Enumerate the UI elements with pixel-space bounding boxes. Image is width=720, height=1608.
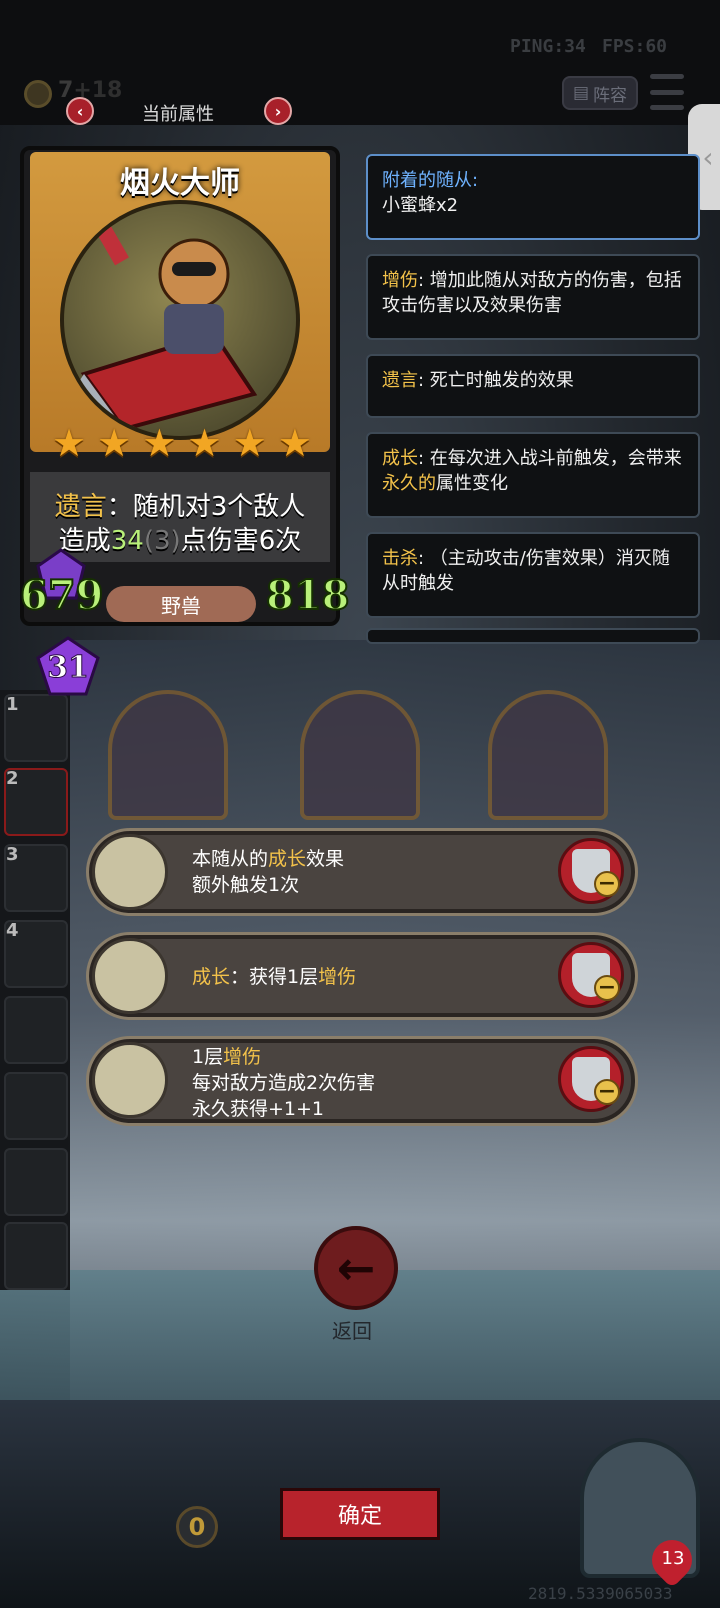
board-minion-slot[interactable] — [488, 690, 608, 820]
roster-slot[interactable] — [4, 996, 68, 1064]
tribe-badge: 野兽 — [106, 586, 256, 622]
info-panel-keyword: 增伤 — [382, 270, 418, 291]
ability-text: 成长：获得1层增伤 — [192, 966, 357, 988]
shield-icon: − — [572, 1057, 620, 1105]
card-effect-line-1: 遗言：随机对3个敌人 — [54, 492, 306, 522]
next-arrow-button[interactable]: › — [264, 97, 292, 125]
ability-row — [86, 932, 638, 1020]
remove-ability-button[interactable]: − — [558, 838, 624, 904]
star-icon: ★ — [52, 421, 87, 465]
info-panel-keyword: 附着的随从: — [382, 170, 479, 191]
ping-label: PING:34 — [510, 36, 586, 57]
book-icon: ▤ — [572, 83, 590, 103]
fps-label: FPS:60 — [602, 36, 668, 57]
board-minion-slot[interactable] — [108, 690, 228, 820]
hero-health: 13 — [661, 1548, 685, 1569]
current-attributes-label: 当前属性 — [142, 104, 214, 125]
remove-ability-button[interactable]: − — [558, 942, 624, 1008]
ability-text: 本随从的成长效果 额外触发1次 — [192, 848, 345, 896]
info-panel-growth: 成长: 在每次进入战斗前触发，会带来永久的属性变化 — [366, 432, 700, 518]
star-icon: ★ — [187, 421, 222, 465]
lineup-button[interactable]: ▤ 阵容 — [562, 76, 638, 110]
green-crystal-icon — [92, 938, 168, 1014]
gold-coin-icon — [24, 80, 52, 108]
roster-slot[interactable] — [4, 1222, 68, 1290]
roster-slot-number: 2 — [6, 768, 19, 789]
shield-icon: − — [572, 849, 620, 897]
menu-icon[interactable] — [650, 74, 684, 110]
health-value: 818 — [265, 571, 350, 620]
pocket-watch-icon — [92, 834, 168, 910]
info-panel-text: : 增加此随从对敌方的伤害，包括攻击伤害以及效果伤害 — [382, 270, 682, 316]
cost-badge: 0 — [176, 1506, 218, 1548]
info-panel-text: : 死亡时触发的效果 — [418, 370, 574, 391]
minus-icon: − — [594, 975, 620, 1001]
prev-arrow-button[interactable]: ‹ — [66, 97, 94, 125]
monkey-rocket-icon — [64, 222, 258, 432]
star-icon: ★ — [232, 421, 267, 465]
roster-slot[interactable] — [4, 1072, 68, 1140]
info-panel-kill: 击杀: （主动攻击/伤害效果）消灭随从时触发 — [366, 532, 700, 618]
back-button[interactable]: ← — [314, 1226, 398, 1310]
star-icon: ★ — [142, 421, 177, 465]
minus-icon: − — [594, 871, 620, 897]
info-panel-keyword: 击杀 — [382, 548, 418, 569]
star-icon: ★ — [277, 421, 312, 465]
info-panel-keyword: 遗言 — [382, 370, 418, 391]
minus-icon: − — [594, 1079, 620, 1105]
attack-value: 679 — [19, 571, 104, 620]
info-panel-deathrattle: 遗言: 死亡时触发的效果 — [366, 354, 700, 418]
ability-text: 1层增伤 每对敌方造成2次伤害 永久获得+1+1 — [192, 1046, 376, 1120]
roster-slot-number: 4 — [6, 920, 19, 941]
gold-counter: 7+18 — [58, 78, 123, 103]
card-name: 烟火大师 — [120, 166, 240, 201]
confirm-button[interactable]: 确定 — [280, 1488, 440, 1540]
level-value: 31 — [47, 650, 90, 686]
ability-row — [86, 828, 638, 916]
hooded-figure-icon — [92, 1042, 168, 1118]
board-minion-slot[interactable] — [300, 690, 420, 820]
roster-slot-number: 3 — [6, 844, 19, 865]
back-label: 返回 — [332, 1319, 372, 1343]
info-panel-text: : （主动攻击/伤害效果）消灭随从时触发 — [382, 548, 670, 594]
minion-portrait — [60, 200, 300, 440]
roster-slot-number: 1 — [6, 694, 19, 715]
info-panel-keyword: 成长 — [382, 448, 418, 469]
info-panel-damage-boost: 增伤: 增加此随从对敌方的伤害，包括攻击伤害以及效果伤害 — [366, 254, 700, 340]
star-icon: ★ — [97, 421, 132, 465]
roster-slot[interactable] — [4, 1148, 68, 1216]
info-panel-attached: 附着的随从: 小蜜蜂x2 — [366, 154, 700, 240]
info-panel-text: 小蜜蜂x2 — [382, 195, 459, 216]
shield-icon: − — [572, 953, 620, 1001]
remove-ability-button[interactable]: − — [558, 1046, 624, 1112]
arrow-left-icon: ← — [336, 1241, 376, 1295]
info-panel-partial — [366, 628, 700, 644]
star-rating: ★ ★ ★ ★ ★ ★ — [52, 424, 312, 462]
coordinate-readout: 2819.5339065033 — [528, 1584, 673, 1603]
